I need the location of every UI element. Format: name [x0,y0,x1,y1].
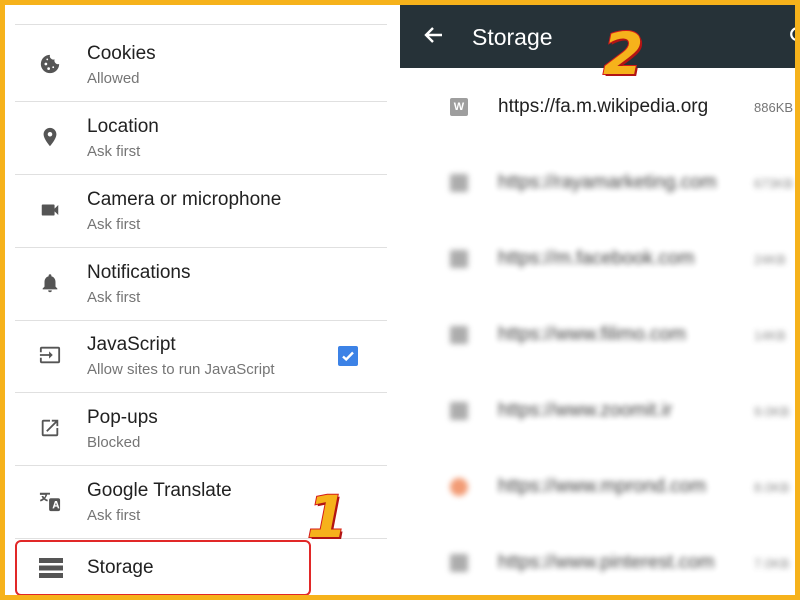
site-url: https://www.mprond.com [498,476,707,497]
cookie-icon [37,51,63,77]
site-row[interactable]: https://www.pinterest.com 7.0KB [400,527,795,595]
site-size: 24KB [754,252,786,267]
site-url: https://fa.m.wikipedia.org [498,96,709,117]
search-icon[interactable] [788,25,795,45]
setting-title: Storage [87,557,154,578]
setting-title: Google Translate [87,480,232,501]
setting-subtitle: Blocked [87,434,141,451]
setting-cookies[interactable]: Cookies Allowed [15,29,387,102]
setting-camera-microphone[interactable]: Camera or microphone Ask first [15,175,387,248]
app-bar: Storage [400,5,795,68]
setting-subtitle: Allow sites to run JavaScript [87,361,275,378]
setting-title: Camera or microphone [87,189,282,210]
setting-javascript[interactable]: JavaScript Allow sites to run JavaScript [15,320,387,393]
site-row[interactable]: W https://fa.m.wikipedia.org 886KB [400,71,795,147]
setting-title: Location [87,116,159,137]
setting-popups[interactable]: Pop-ups Blocked [15,393,387,466]
site-row[interactable]: https://www.mprond.com 8.0KB [400,451,795,527]
page-title: Storage [472,24,553,50]
bell-icon [37,270,63,296]
site-row[interactable]: https://rayamarketing.com 673KB [400,147,795,223]
favicon: W [450,98,468,116]
location-pin-icon [37,124,63,150]
screenshot-frame: Cookies Allowed Location Ask first Camer… [0,0,800,600]
open-in-new-icon [37,415,63,441]
javascript-icon [37,342,63,368]
favicon [450,402,468,420]
setting-notifications[interactable]: Notifications Ask first [15,248,387,321]
favicon [450,478,468,496]
site-row[interactable]: https://www.zoomit.ir 9.0KB [400,375,795,451]
site-url: https://www.pinterest.com [498,552,715,573]
site-size: 673KB [754,176,794,191]
favicon [450,554,468,572]
setting-title: Cookies [87,43,156,64]
step-2-annotation: 2 [602,19,644,89]
site-size: 9.0KB [754,404,790,419]
translate-icon [37,488,63,514]
setting-subtitle: Allowed [87,70,140,87]
back-arrow-icon[interactable] [422,23,448,49]
check-icon [342,351,354,362]
site-size: 7.0KB [754,556,790,571]
setting-subtitle: Ask first [87,143,141,160]
storage-panel: Storage W https://fa.m.wikipedia.org 886… [400,5,795,595]
divider [15,24,387,25]
site-url: https://www.zoomit.ir [498,400,673,421]
setting-subtitle: Ask first [87,507,141,524]
site-size: 886KB [754,100,794,115]
site-size: 8.0KB [754,480,790,495]
site-settings-panel: Cookies Allowed Location Ask first Camer… [5,5,400,595]
setting-storage[interactable]: Storage [15,540,311,595]
setting-title: JavaScript [87,334,176,355]
setting-subtitle: Ask first [87,216,141,233]
javascript-checkbox[interactable] [338,346,358,366]
setting-title: Pop-ups [87,407,158,428]
site-row[interactable]: https://m.facebook.com 24KB [400,223,795,299]
site-row[interactable]: https://www.filimo.com 14KB [400,299,795,375]
favicon [450,250,468,268]
site-url: https://m.facebook.com [498,248,695,269]
videocam-icon [37,197,63,223]
setting-title: Notifications [87,262,191,283]
site-url: https://www.filimo.com [498,324,686,345]
site-url: https://rayamarketing.com [498,172,717,193]
site-size: 14KB [754,328,786,343]
favicon [450,326,468,344]
step-1-annotation: 1 [306,482,348,552]
favicon [450,174,468,192]
setting-location[interactable]: Location Ask first [15,102,387,175]
setting-subtitle: Ask first [87,289,141,306]
storage-icon [39,558,65,580]
